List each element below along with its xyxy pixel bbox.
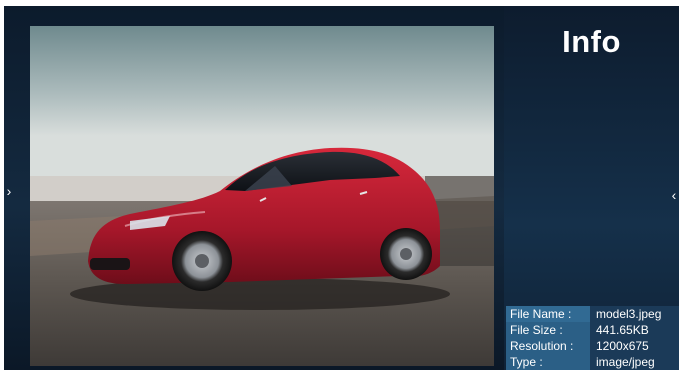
info-value: model3.jpeg <box>590 306 679 322</box>
info-title: Info <box>562 24 621 59</box>
image-viewer-screen: › Info ‹ File Name: model3.jpeg File Si… <box>4 6 679 370</box>
next-image-button[interactable]: ‹ <box>669 182 679 208</box>
info-row-type: Type : image/jpeg <box>506 354 679 370</box>
info-value: image/jpeg <box>590 354 679 370</box>
info-label: File Size : <box>506 322 590 338</box>
file-info-table: File Name : model3.jpeg File Size : 441.… <box>506 306 679 370</box>
info-row-file-size: File Size : 441.65KB <box>506 322 679 338</box>
info-row-resolution: Resolution : 1200x675 <box>506 338 679 354</box>
chevron-right-icon: › <box>6 183 12 199</box>
previous-image-button[interactable]: › <box>4 176 14 206</box>
info-label: Type : <box>506 354 590 370</box>
car-photo-image <box>30 26 494 366</box>
displayed-photo <box>30 26 494 366</box>
info-value: 1200x675 <box>590 338 679 354</box>
info-label: Resolution : <box>506 338 590 354</box>
info-row-file-name: File Name : model3.jpeg <box>506 306 679 322</box>
chevron-left-icon: ‹ <box>671 187 677 203</box>
info-label: File Name : <box>506 306 590 322</box>
info-value: 441.65KB <box>590 322 679 338</box>
